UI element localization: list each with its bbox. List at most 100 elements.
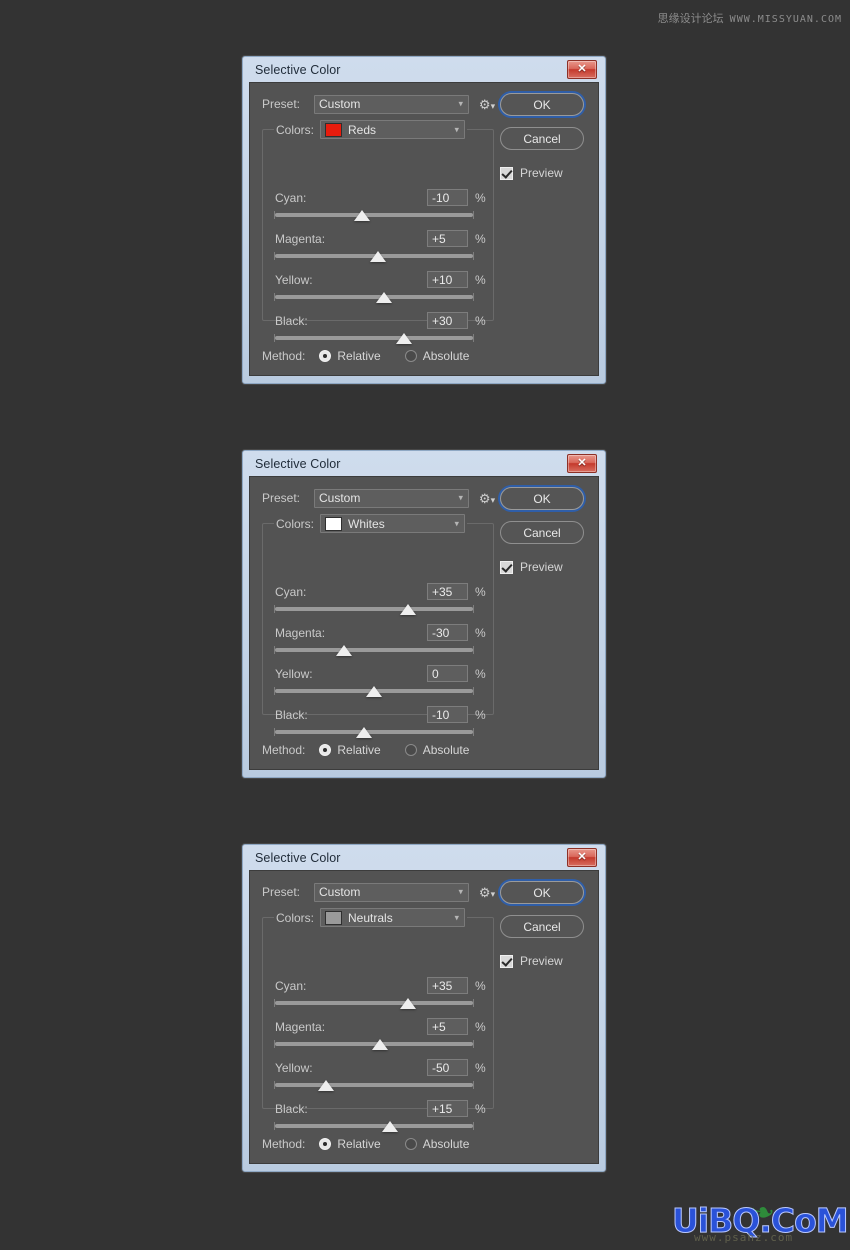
slider-thumb[interactable] [318, 1080, 335, 1091]
radio-relative-icon[interactable] [319, 744, 332, 756]
radio-relative-icon[interactable] [319, 1138, 332, 1150]
radio-absolute[interactable]: Absolute [404, 743, 469, 757]
slider-value-input[interactable]: -10 [427, 189, 468, 206]
preview-checkbox-icon[interactable] [500, 166, 513, 180]
slider-value-input[interactable]: 0 [427, 665, 468, 682]
slider-label: Magenta: [275, 1019, 326, 1034]
close-button[interactable]: ✕ [567, 454, 597, 473]
watermark-top-right: 思缘设计论坛 WWW.MISSYUAN.COM [658, 10, 842, 26]
slider-head: Yellow: +10 % [275, 270, 489, 289]
radio-relative-icon[interactable] [319, 350, 332, 362]
slider-track[interactable] [274, 251, 474, 262]
slider-thumb[interactable] [356, 727, 373, 738]
preview-checkbox-row[interactable]: Preview [500, 560, 584, 574]
slider-thumb[interactable] [366, 686, 382, 697]
colors-label: Colors: [276, 516, 315, 531]
chevron-down-icon: ▾ [458, 886, 463, 897]
radio-relative[interactable]: Relative [319, 1137, 381, 1151]
slider-thumb[interactable] [399, 604, 416, 615]
radio-absolute[interactable]: Absolute [404, 1137, 469, 1151]
title-bar[interactable]: Selective Color ✕ [249, 845, 599, 870]
ok-button[interactable]: OK [500, 487, 584, 510]
slider-thumb[interactable] [371, 1039, 388, 1050]
colors-dropdown[interactable]: Whites ▾ [320, 514, 466, 533]
close-button[interactable]: ✕ [567, 60, 597, 79]
cancel-button[interactable]: Cancel [500, 521, 584, 544]
slider-thumb[interactable] [381, 1121, 398, 1132]
slider-label: Yellow: [275, 666, 313, 681]
slider-value-input[interactable]: +35 [427, 977, 468, 994]
radio-relative[interactable]: Relative [319, 349, 381, 363]
dialog-selective-color-whites: Selective Color ✕ Preset: Custom ▾ ⚙▾ Co… [242, 450, 606, 778]
slider-label: Black: [275, 1101, 308, 1116]
preset-dropdown[interactable]: Custom ▾ [314, 488, 469, 508]
preview-checkbox-row[interactable]: Preview [500, 954, 584, 968]
chevron-down-icon: ▾ [454, 124, 460, 134]
slider-track[interactable] [274, 1121, 474, 1132]
radio-absolute[interactable]: Absolute [404, 349, 469, 363]
slider-value-input[interactable]: +35 [427, 583, 468, 600]
slider-label: Black: [275, 313, 308, 328]
preview-checkbox-icon[interactable] [500, 954, 513, 968]
cancel-button[interactable]: Cancel [500, 127, 584, 150]
gear-icon[interactable]: ⚙▾ [477, 98, 497, 111]
slider-track[interactable] [274, 645, 474, 656]
slider-value-input[interactable]: +5 [427, 230, 468, 247]
radio-relative[interactable]: Relative [319, 743, 381, 757]
slider-label: Black: [275, 707, 308, 722]
close-icon: ✕ [577, 457, 587, 469]
action-column: OK Cancel Preview [500, 487, 584, 574]
slider-track[interactable] [274, 604, 474, 615]
close-button[interactable]: ✕ [567, 848, 597, 867]
ok-button[interactable]: OK [500, 93, 584, 116]
title-bar[interactable]: Selective Color ✕ [249, 451, 599, 476]
title-bar[interactable]: Selective Color ✕ [249, 57, 599, 82]
preset-dropdown[interactable]: Custom ▾ [314, 882, 469, 902]
slider-thumb[interactable] [375, 292, 392, 303]
preset-dropdown[interactable]: Custom ▾ [314, 94, 469, 114]
colors-dropdown[interactable]: Neutrals ▾ [320, 908, 466, 927]
slider-value-input[interactable]: -50 [427, 1059, 468, 1076]
slider-track[interactable] [274, 686, 474, 697]
radio-absolute-icon[interactable] [404, 350, 417, 362]
slider-value-input[interactable]: +10 [427, 271, 468, 288]
slider-head: Black: +30 % [275, 311, 489, 330]
slider-track[interactable] [274, 1080, 474, 1091]
slider-value-input[interactable]: +30 [427, 312, 468, 329]
slider-track[interactable] [274, 998, 474, 1009]
slider-track[interactable] [274, 727, 474, 738]
slider-thumb[interactable] [399, 998, 416, 1009]
slider-0: Cyan: +35 % [274, 582, 489, 623]
slider-value-input[interactable]: -10 [427, 706, 468, 723]
gear-icon[interactable]: ⚙▾ [477, 886, 497, 899]
slider-value-input[interactable]: +15 [427, 1100, 468, 1117]
ok-button-label: OK [533, 885, 551, 900]
preview-checkbox-icon[interactable] [500, 560, 513, 574]
colors-group: Colors: Neutrals ▾ Cyan: +35 % Magenta: … [262, 908, 494, 1132]
percent-label: % [475, 190, 486, 205]
radio-absolute-icon[interactable] [404, 1138, 417, 1150]
slider-thumb[interactable] [369, 251, 386, 262]
colors-dropdown[interactable]: Reds ▾ [320, 120, 466, 139]
slider-track[interactable] [274, 292, 474, 303]
watermark-cn-text: 思缘设计论坛 [657, 12, 724, 25]
preview-checkbox-row[interactable]: Preview [500, 166, 584, 180]
slider-thumb[interactable] [395, 333, 412, 344]
slider-value-input[interactable]: +5 [427, 1018, 468, 1035]
radio-absolute-icon[interactable] [404, 744, 417, 756]
slider-value-input[interactable]: -30 [427, 624, 468, 641]
slider-track[interactable] [274, 1039, 474, 1050]
ok-button[interactable]: OK [500, 881, 584, 904]
chevron-down-icon: ▾ [458, 492, 463, 503]
cancel-button[interactable]: Cancel [500, 915, 584, 938]
watermark-bottom-right: ❧ UiBQ.CoM www.psahz.com [672, 1194, 850, 1246]
dialog-title: Selective Color [255, 850, 341, 865]
slider-track[interactable] [274, 333, 474, 344]
slider-thumb[interactable] [336, 645, 353, 656]
percent-label: % [475, 272, 486, 287]
preset-label: Preset: [262, 885, 301, 899]
slider-thumb[interactable] [354, 210, 371, 221]
colors-label: Colors: [276, 122, 315, 137]
gear-icon[interactable]: ⚙▾ [477, 492, 497, 505]
slider-track[interactable] [274, 210, 474, 221]
